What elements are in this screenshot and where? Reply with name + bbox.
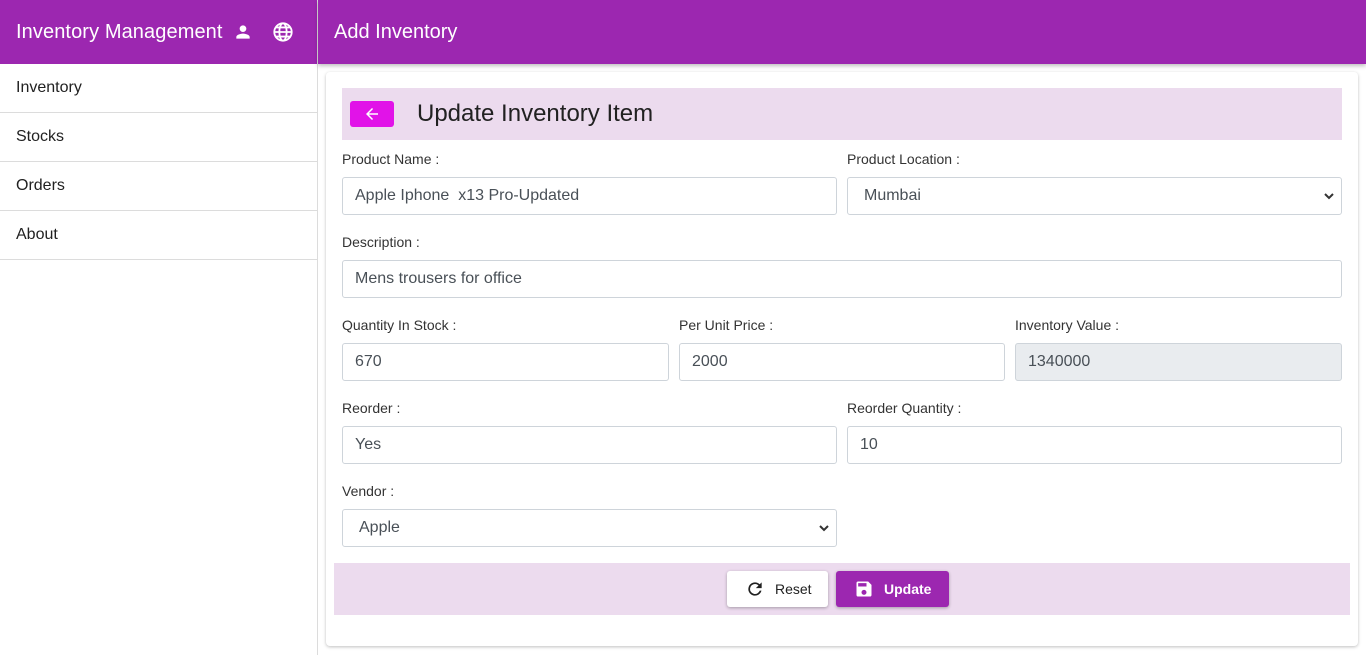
description-value: Mens trousers for office (355, 270, 522, 287)
sidebar-item-label: Inventory (16, 79, 82, 96)
product-name-label: Product Name : (342, 151, 440, 167)
sidebar-item-label: Orders (16, 177, 65, 194)
chevron-down-icon (1323, 190, 1335, 202)
vendor-select[interactable]: Apple (342, 509, 837, 547)
arrow-left-icon (366, 108, 378, 120)
sidebar-item-stocks[interactable]: Stocks (0, 113, 317, 162)
form-actions-bar: Reset Update (334, 563, 1350, 615)
top-app-bar: Add Inventory (318, 0, 1366, 64)
form-title: Update Inventory Item (417, 100, 654, 127)
update-label: Update (884, 581, 932, 597)
page-title: Add Inventory (334, 20, 458, 43)
product-location-select[interactable]: Mumbai (847, 177, 1342, 215)
app-title: Inventory Management (16, 20, 223, 43)
refresh-icon (745, 579, 765, 599)
sidebar: Inventory Management Inventory Stocks Or… (0, 0, 318, 655)
reorder-quantity-value: 10 (860, 436, 878, 453)
back-button[interactable] (350, 101, 394, 127)
inventory-value-label: Inventory Value : (1015, 317, 1120, 333)
reorder-input[interactable]: Yes (342, 426, 837, 464)
product-name-value: Apple Iphone x13 Pro-Updated (355, 187, 580, 204)
person-icon[interactable] (232, 21, 254, 43)
reset-label: Reset (775, 581, 812, 597)
description-label: Description : (342, 234, 420, 250)
inventory-value-value: 1340000 (1028, 353, 1091, 370)
vendor-value: Apple (359, 519, 400, 536)
sidebar-item-inventory[interactable]: Inventory (0, 64, 317, 113)
sidebar-item-label: Stocks (16, 128, 65, 145)
sidebar-item-about[interactable]: About (0, 211, 317, 260)
reorder-quantity-input[interactable]: 10 (847, 426, 1342, 464)
sidebar-header: Inventory Management (0, 0, 317, 64)
quantity-in-stock-input[interactable]: 670 (342, 343, 669, 381)
per-unit-price-label: Per Unit Price : (679, 317, 774, 333)
per-unit-price-value: 2000 (692, 353, 728, 370)
reorder-value: Yes (355, 436, 382, 453)
product-location-value: Mumbai (864, 187, 921, 204)
reset-button[interactable]: Reset (727, 571, 828, 607)
product-name-input[interactable]: Apple Iphone x13 Pro-Updated (342, 177, 837, 215)
globe-icon[interactable] (271, 20, 295, 44)
reorder-quantity-label: Reorder Quantity : (847, 400, 962, 416)
vendor-label: Vendor : (342, 483, 395, 499)
form-card: Update Inventory Item Product Name : App… (326, 72, 1358, 646)
inventory-value-input: 1340000 (1015, 343, 1342, 381)
product-location-label: Product Location : (847, 151, 960, 167)
description-input[interactable]: Mens trousers for office (342, 260, 1342, 298)
sidebar-item-orders[interactable]: Orders (0, 162, 317, 211)
per-unit-price-input[interactable]: 2000 (679, 343, 1005, 381)
sidebar-item-label: About (16, 226, 58, 243)
quantity-in-stock-value: 670 (355, 353, 382, 370)
update-button[interactable]: Update (836, 571, 949, 607)
save-icon (854, 579, 874, 599)
form-header: Update Inventory Item (342, 88, 1342, 140)
reorder-label: Reorder : (342, 400, 401, 416)
chevron-down-icon (818, 522, 830, 534)
quantity-in-stock-label: Quantity In Stock : (342, 317, 457, 333)
